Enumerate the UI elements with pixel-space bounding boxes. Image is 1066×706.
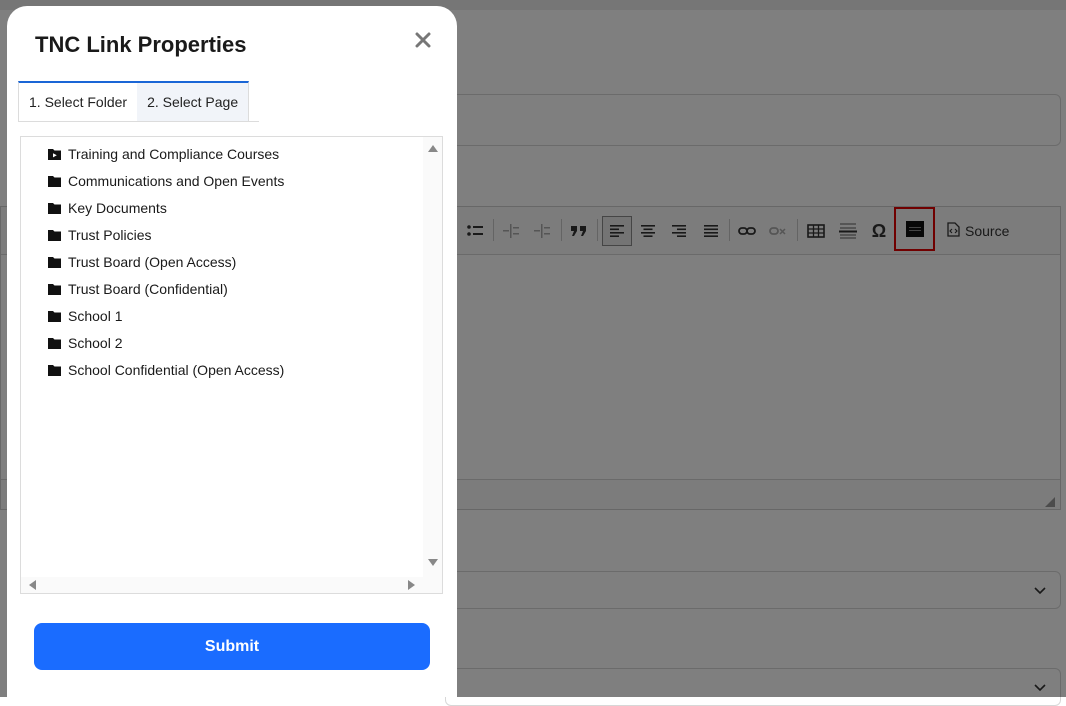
tree-item[interactable]: Training and Compliance Courses [47,143,279,165]
tree-item[interactable]: School 2 [47,332,122,354]
folder-icon [47,283,62,296]
folder-icon [47,310,62,323]
tree-item-label: School 1 [68,308,123,324]
tree-item[interactable]: Key Documents [47,197,167,219]
folder-icon [47,256,62,269]
scroll-up-icon[interactable] [428,145,438,152]
tree-item[interactable]: Communications and Open Events [47,170,284,192]
vertical-scrollbar[interactable] [423,137,442,577]
folder-icon [47,337,62,350]
tnc-link-properties-dialog: TNC Link Properties 1. Select Folder 2. … [7,6,457,697]
tree-item-label: Communications and Open Events [68,173,285,189]
tree-item-label: Trust Board (Open Access) [68,254,237,270]
horizontal-scrollbar[interactable] [21,577,442,593]
video-folder-icon [47,147,62,161]
tree-item-label: Key Documents [68,200,167,216]
folder-icon [47,229,62,242]
tree-item[interactable]: School 1 [47,305,122,327]
tree-item-label: School Confidential (Open Access) [68,362,285,378]
folder-icon [47,364,62,377]
tab-bar: 1. Select Folder 2. Select Page [18,81,250,122]
folder-icon [47,202,62,215]
tree-item[interactable]: School Confidential (Open Access) [47,359,284,381]
folder-icon [47,175,62,188]
scroll-down-icon[interactable] [428,559,438,566]
tree-item[interactable]: Trust Policies [47,224,152,246]
scroll-right-icon[interactable] [408,580,415,590]
tree-item-label: Training and Compliance Courses [68,146,280,162]
tree-item-label: Trust Policies [68,227,152,243]
folder-tree: Training and Compliance Courses Communic… [21,137,423,577]
submit-button[interactable]: Submit [34,623,430,670]
dialog-title: TNC Link Properties [35,32,247,57]
close-button[interactable] [411,30,435,54]
folder-tree-panel: Training and Compliance Courses Communic… [20,136,443,594]
tab-divider [18,121,259,122]
scroll-left-icon[interactable] [29,580,36,590]
tree-item-label: Trust Board (Confidential) [68,281,228,297]
tree-item[interactable]: Trust Board (Confidential) [47,278,228,300]
close-icon [415,32,431,53]
tab-select-page[interactable]: 2. Select Page [137,81,250,122]
tab-select-folder[interactable]: 1. Select Folder [18,81,138,121]
tree-item-label: School 2 [68,335,123,351]
tree-item[interactable]: Trust Board (Open Access) [47,251,236,273]
